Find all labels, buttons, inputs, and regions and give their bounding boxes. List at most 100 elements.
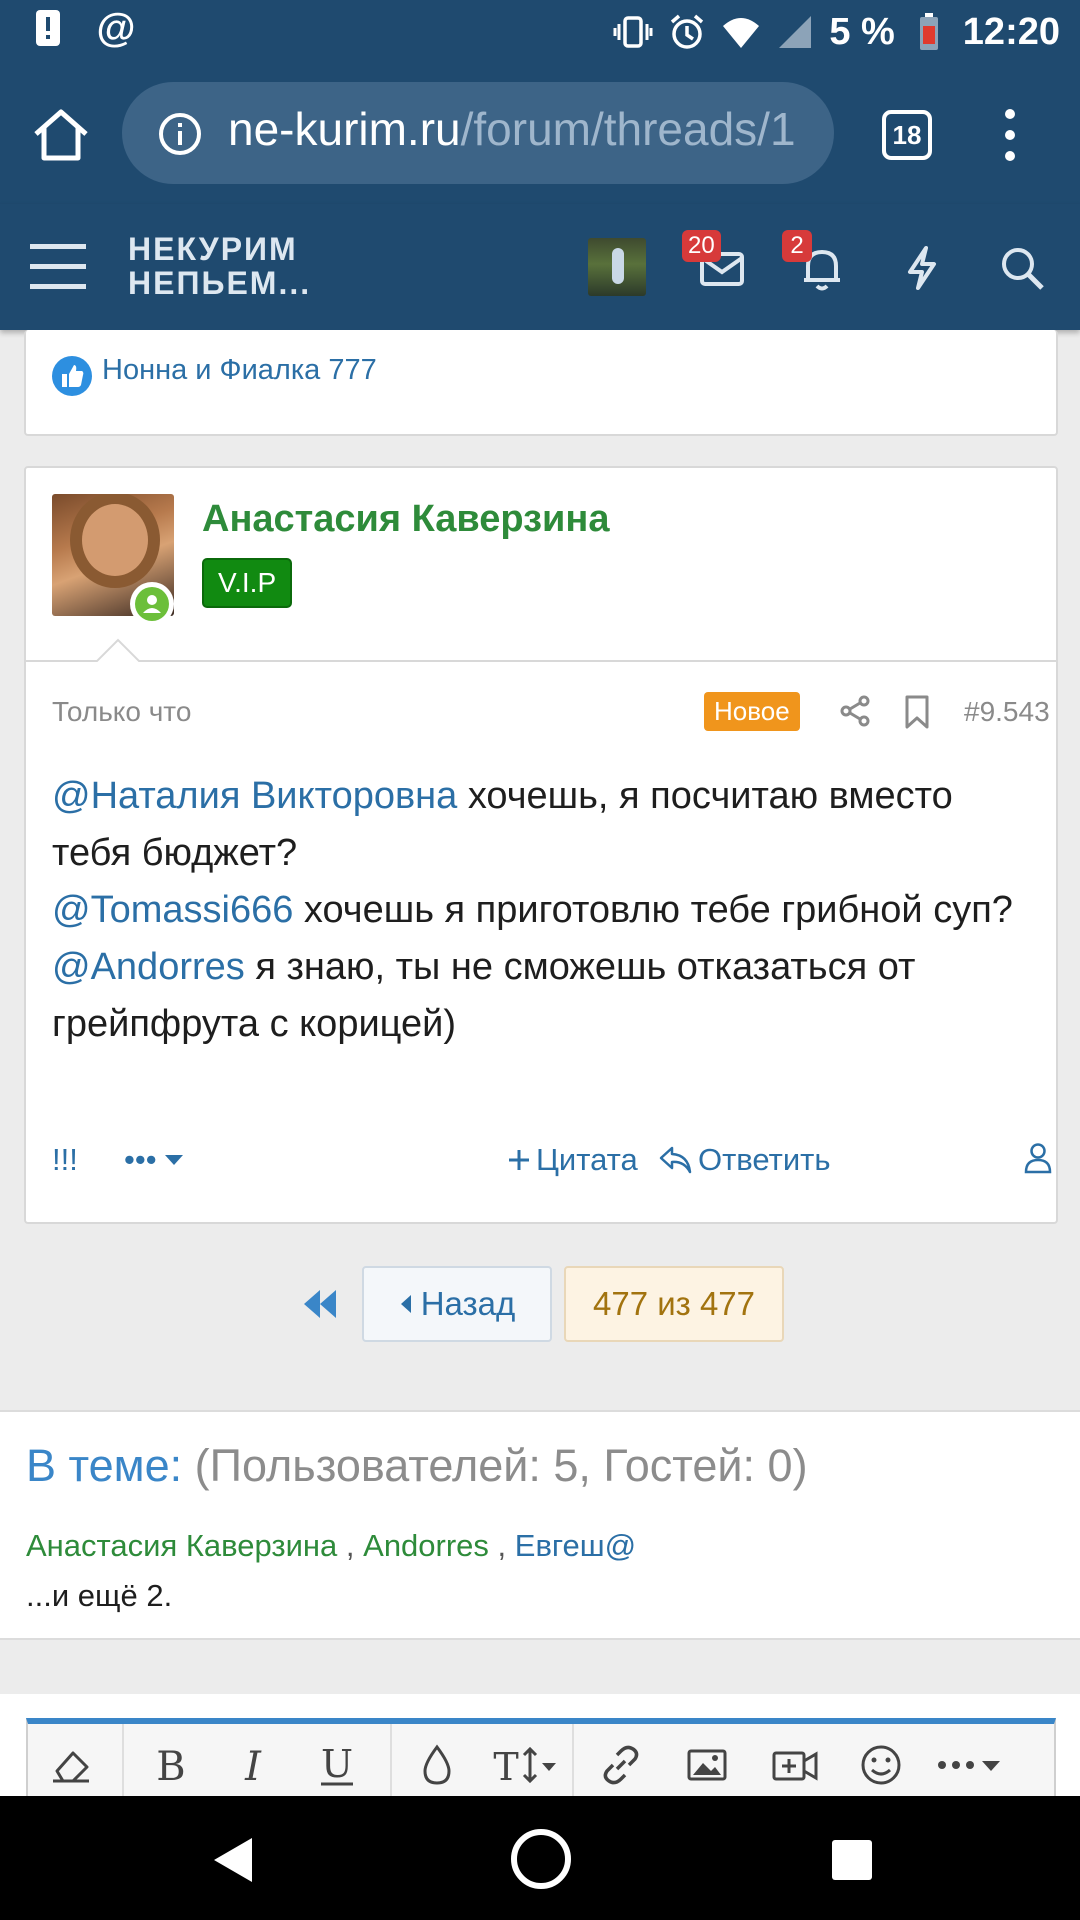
previous-post-likes: Нонна и Фиалка 777	[24, 330, 1058, 436]
url-host: ne-kurim.ru	[228, 103, 461, 155]
share-icon[interactable]	[838, 694, 872, 728]
italic-icon[interactable]: I	[226, 1738, 280, 1792]
bookmark-icon[interactable]	[902, 694, 932, 730]
quote-button[interactable]: Цитата	[508, 1142, 638, 1178]
status-bar: @ 5 % 12:20	[0, 0, 1080, 64]
editor-toolbar: B I U T	[26, 1718, 1056, 1800]
logo-line-1: НЕКУРИМ	[128, 231, 298, 267]
link-icon[interactable]	[594, 1738, 648, 1792]
more-actions-label: •••	[124, 1142, 157, 1177]
chevron-left-icon	[400, 1295, 411, 1313]
mention-link[interactable]: @Наталия Викторовна	[52, 775, 457, 817]
battery-icon	[909, 12, 949, 52]
reply-label: Ответить	[698, 1142, 831, 1177]
online-status-icon	[130, 582, 174, 626]
viewer-separator: ,	[488, 1528, 515, 1563]
report-button[interactable]: !!!	[52, 1142, 78, 1178]
svg-text:U: U	[321, 1743, 353, 1786]
system-nav-bar	[0, 1796, 1080, 1920]
toolbar-separator	[122, 1724, 124, 1800]
viewers-title-label: В теме:	[26, 1440, 183, 1491]
prev-page-label: Назад	[420, 1285, 516, 1322]
viewer-link[interactable]: Евгеш@	[515, 1528, 636, 1563]
plus-icon	[509, 1150, 529, 1170]
prev-page-button[interactable]: Назад	[362, 1266, 552, 1342]
clock: 12:20	[962, 10, 1060, 53]
search-icon[interactable]	[998, 244, 1046, 292]
likes-names[interactable]: Нонна и Фиалка 777	[102, 354, 377, 387]
viewer-link[interactable]: Andorres	[363, 1528, 489, 1563]
new-badge: Новое	[704, 692, 800, 731]
font-size-icon[interactable]: T	[488, 1738, 560, 1792]
recents-icon[interactable]	[824, 1832, 880, 1888]
reply-button[interactable]: Ответить	[658, 1142, 831, 1178]
post-actions: !!! ••• Цитата Ответить	[52, 1142, 1052, 1186]
underline-icon[interactable]: U	[310, 1738, 364, 1792]
toolbar-separator	[390, 1724, 392, 1800]
viewer-link[interactable]: Анастасия Каверзина	[26, 1528, 337, 1563]
thread-viewers: В теме: (Пользователей: 5, Гостей: 0) Ан…	[0, 1410, 1080, 1640]
more-actions-button[interactable]: •••	[124, 1142, 185, 1178]
eraser-icon[interactable]	[44, 1738, 98, 1792]
svg-text:T: T	[493, 1745, 518, 1787]
post: Анастасия Каверзина V.I.P Только что Нов…	[24, 466, 1058, 1224]
user-avatar[interactable]	[588, 238, 646, 296]
logo-line-2: НЕПЬЕМ...	[128, 265, 312, 301]
mention-link[interactable]: @Andorres	[52, 946, 245, 988]
post-line: @Наталия Викторовна хочешь, я посчитаю в…	[52, 768, 1042, 882]
at-sign-icon: @	[96, 5, 136, 50]
home-circle-icon[interactable]	[510, 1828, 572, 1890]
notification-alert-icon	[28, 8, 68, 48]
info-icon[interactable]	[158, 112, 202, 156]
viewer-separator: ,	[337, 1528, 364, 1563]
alarm-icon	[667, 12, 707, 52]
video-icon[interactable]	[768, 1738, 822, 1792]
post-line: @Tomassi666 хочешь я приготовлю тебе гри…	[52, 882, 1042, 939]
pagination: Назад 477 из 477	[0, 1264, 1080, 1344]
viewers-stats: (Пользователей: 5, Гостей: 0)	[194, 1440, 808, 1491]
address-bar[interactable]: ne-kurim.ru/forum/threads/1	[122, 82, 834, 184]
post-body: @Наталия Викторовна хочешь, я посчитаю в…	[52, 768, 1042, 1053]
reply-editor-area: B I U T	[0, 1694, 1080, 1800]
vibrate-icon	[613, 12, 653, 52]
post-number[interactable]: #9.543	[964, 696, 1050, 728]
wifi-icon	[721, 12, 761, 52]
home-icon[interactable]	[30, 104, 92, 166]
emoji-icon[interactable]	[854, 1738, 908, 1792]
bold-icon[interactable]: B	[144, 1738, 198, 1792]
browser-toolbar: ne-kurim.ru/forum/threads/1 18	[0, 64, 1080, 204]
post-meta: Только что Новое #9.543	[52, 690, 1050, 734]
author-name[interactable]: Анастасия Каверзина	[202, 498, 609, 541]
lightning-icon[interactable]	[898, 244, 946, 292]
alerts-badge: 2	[782, 230, 812, 262]
hamburger-menu-icon[interactable]	[30, 244, 86, 290]
post-time[interactable]: Только что	[52, 696, 191, 728]
viewers-title: В теме: (Пользователей: 5, Гостей: 0)	[26, 1440, 808, 1492]
toolbar-separator	[572, 1724, 574, 1800]
battery-percent: 5 %	[829, 10, 895, 53]
site-header: НЕКУРИМ НЕПЬЕМ... 20 2	[0, 204, 1080, 330]
back-icon[interactable]	[206, 1832, 262, 1888]
post-line: @Andorres я знаю, ты не сможешь отказать…	[52, 939, 1042, 1053]
more-tools-icon[interactable]	[932, 1738, 1012, 1792]
chevron-down-icon	[164, 1155, 183, 1165]
url-text: ne-kurim.ru/forum/threads/1	[228, 102, 796, 156]
viewers-more: ...и ещё 2.	[26, 1578, 173, 1613]
image-icon[interactable]	[680, 1738, 734, 1792]
page-indicator[interactable]: 477 из 477	[564, 1266, 784, 1342]
post-text: хочешь я приготовлю тебе грибной суп?	[293, 889, 1013, 931]
mention-link[interactable]: @Tomassi666	[52, 889, 293, 931]
reply-icon	[659, 1146, 692, 1174]
site-logo[interactable]: НЕКУРИМ НЕПЬЕМ...	[128, 232, 311, 300]
user-profile-icon[interactable]	[1024, 1142, 1052, 1174]
url-path: /forum/threads/1	[460, 103, 796, 155]
signal-icon	[775, 12, 815, 52]
browser-menu-icon[interactable]	[996, 104, 1024, 166]
tab-switcher-button[interactable]: 18	[882, 110, 932, 160]
like-thumb-icon	[52, 356, 92, 396]
first-page-icon[interactable]	[300, 1286, 340, 1322]
color-drop-icon[interactable]	[410, 1738, 464, 1792]
role-badge: V.I.P	[202, 558, 293, 608]
quote-label: Цитата	[536, 1142, 638, 1177]
viewers-list: Анастасия Каверзина , Andorres , Евгеш@	[26, 1528, 636, 1564]
